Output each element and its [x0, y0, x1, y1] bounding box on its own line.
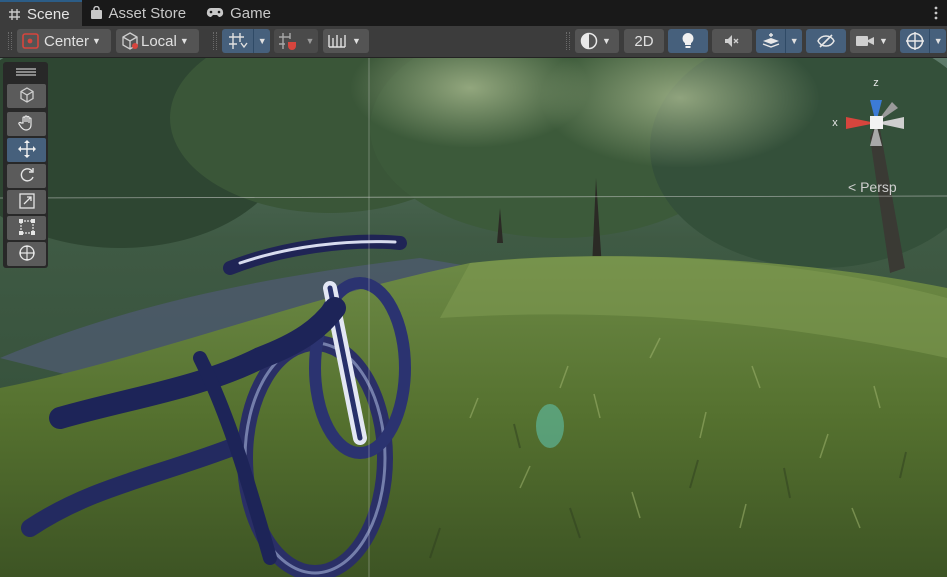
audio-muted-icon: [723, 32, 741, 50]
toolbar-grip: [213, 32, 217, 50]
chevron-down-icon[interactable]: ▼: [253, 29, 270, 53]
pivot-rotation-dropdown[interactable]: Local ▼: [116, 29, 199, 53]
tools-overlay-panel: [3, 62, 48, 268]
scene-audio-toggle[interactable]: [712, 29, 752, 53]
lightbulb-icon: [680, 31, 696, 51]
camera-settings-dropdown[interactable]: ▼: [850, 29, 896, 53]
window-tab-bar: Scene Asset Store Game: [0, 0, 947, 26]
projection-toggle-label[interactable]: < Persp: [848, 179, 897, 195]
chevron-down-icon[interactable]: ▼: [929, 29, 946, 53]
hand-icon: [17, 114, 36, 135]
scene-lighting-toggle[interactable]: [668, 29, 708, 53]
gizmo-globe-icon: [900, 31, 929, 51]
pivot-rotation-label: Local: [141, 32, 177, 50]
scene-visibility-toggle[interactable]: [806, 29, 846, 53]
gizmos-toggle[interactable]: ▼: [900, 29, 946, 53]
hand-tool-button[interactable]: [7, 112, 46, 136]
layers-effects-icon: [756, 32, 785, 50]
transform-tool-button[interactable]: [7, 242, 46, 266]
mode-2d-label: 2D: [634, 32, 654, 50]
scene-render-image: [0, 58, 947, 577]
shaded-sphere-icon: [579, 31, 599, 51]
scene-viewport[interactable]: z x < Persp: [0, 58, 947, 577]
tab-label: Scene: [27, 5, 70, 23]
increment-snapping-toggle[interactable]: ▼: [274, 29, 318, 53]
toolbar-grip: [566, 32, 570, 50]
cube-view-icon: [18, 86, 36, 107]
rotate-icon: [18, 166, 36, 187]
tab-asset-store[interactable]: Asset Store: [82, 0, 199, 26]
grid-snapping-toggle[interactable]: ▼: [222, 29, 270, 53]
draw-mode-dropdown[interactable]: ▼: [575, 29, 619, 53]
more-options-kebab-icon[interactable]: [925, 0, 947, 26]
chevron-down-icon: ▼: [352, 36, 361, 46]
eye-hidden-icon: [816, 33, 836, 49]
chevron-down-icon: ▼: [92, 36, 101, 46]
chevron-down-icon: ▼: [879, 36, 888, 46]
view-options-button[interactable]: [7, 84, 46, 108]
pivot-mode-dropdown[interactable]: Center ▼: [17, 29, 111, 53]
toggle-2d-mode-button[interactable]: 2D: [624, 29, 664, 53]
rect-transform-icon: [18, 218, 36, 239]
pivot-mode-label: Center: [44, 32, 90, 50]
chevron-down-icon: ▼: [179, 36, 189, 46]
panel-drag-handle[interactable]: [16, 68, 36, 76]
transform-combined-icon: [17, 243, 37, 266]
gizmo-z-label: z: [873, 77, 879, 89]
local-space-cube-icon: [120, 31, 140, 51]
gamepad-icon: [206, 7, 224, 19]
chevron-down-icon: ▼: [602, 36, 611, 46]
scale-tool-button[interactable]: [7, 190, 46, 214]
magnet-snap-icon: [274, 32, 302, 50]
scale-icon: [18, 192, 36, 213]
toolbar-grip: [8, 32, 12, 50]
ruler-snap-icon: [327, 32, 349, 50]
video-camera-icon: [854, 33, 876, 49]
move-arrows-icon: [17, 139, 37, 162]
rotate-tool-button[interactable]: [7, 164, 46, 188]
orientation-gizmo[interactable]: z x: [826, 68, 926, 178]
move-tool-button[interactable]: [7, 138, 46, 162]
grid-hash-icon: [8, 8, 21, 21]
gizmo-x-label: x: [832, 117, 838, 129]
chevron-down-icon[interactable]: ▼: [785, 29, 802, 53]
rect-tool-button[interactable]: [7, 216, 46, 240]
shopping-bag-icon: [90, 6, 103, 20]
chevron-down-icon[interactable]: ▼: [302, 36, 318, 46]
tab-scene[interactable]: Scene: [0, 0, 82, 26]
tab-label: Asset Store: [108, 4, 187, 22]
gizmo-center-cube[interactable]: [870, 116, 883, 129]
tab-label: Game: [230, 4, 271, 22]
scene-toolbar: Center ▼ Local ▼ ▼ ▼ ▼ ▼ 2D ▼ ▼ ▼: [0, 26, 947, 58]
snap-settings-dropdown[interactable]: ▼: [323, 29, 369, 53]
pivot-center-icon: [21, 32, 41, 50]
tab-game[interactable]: Game: [198, 0, 283, 26]
grid-snap-icon: [222, 32, 253, 50]
scene-effects-toggle[interactable]: ▼: [756, 29, 802, 53]
